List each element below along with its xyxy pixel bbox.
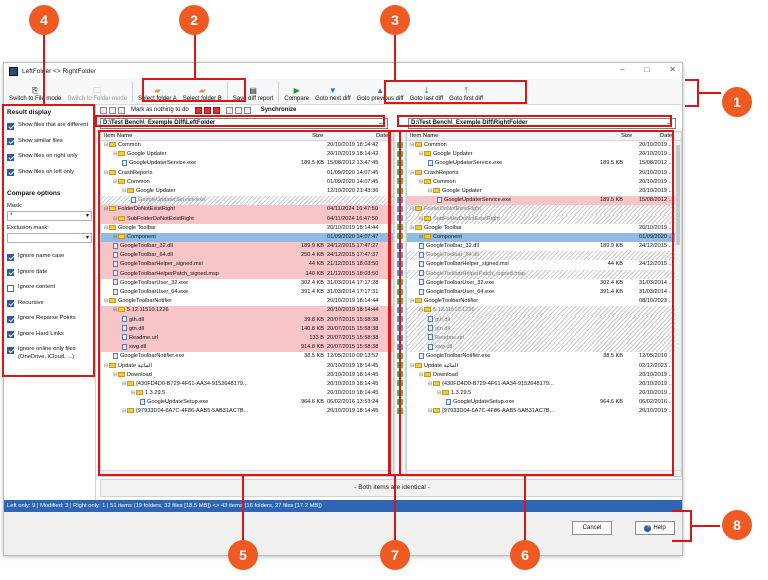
action-icon[interactable] — [194, 106, 202, 114]
callout-6: 6 — [510, 540, 540, 570]
title-bar: LeftFolder <> RightFolder – □ ✕ — [4, 63, 682, 79]
callout-outline-right-tree — [399, 130, 674, 476]
callout-outline-navigation — [384, 80, 527, 104]
callout-outline-right-path — [397, 115, 672, 127]
status-bar: Left only: 9 | Modified: 3 | Right only:… — [4, 500, 682, 512]
window-title: LeftFolder <> RightFolder — [22, 67, 97, 75]
callout-line — [194, 34, 196, 78]
callout-line — [394, 476, 396, 540]
copy-icon[interactable] — [234, 106, 242, 114]
callout-line — [43, 34, 45, 104]
maximize-icon[interactable]: □ — [644, 65, 649, 74]
callout-line — [699, 92, 721, 94]
help-icon: ? — [644, 525, 652, 532]
synchronize-button[interactable]: Synchronize — [261, 107, 297, 113]
copy-icon[interactable] — [243, 106, 251, 114]
callout-outline-buttons — [672, 510, 692, 542]
minimize-icon[interactable]: – — [620, 65, 624, 74]
goto-next-diff-button[interactable]: ▼ Goto next diff — [312, 86, 354, 104]
close-icon[interactable]: ✕ — [669, 65, 676, 74]
callout-outline-markers — [389, 130, 401, 476]
arrow-down-icon: ▼ — [328, 86, 337, 95]
switch-folder-mode-button[interactable]: 🗀 Switch to Folder mode — [64, 86, 130, 104]
callout-outline-left-tree — [98, 130, 390, 476]
callout-line — [524, 476, 526, 540]
callout-3: 3 — [380, 5, 410, 35]
callout-4: 4 — [29, 5, 59, 35]
cancel-button[interactable]: Cancel — [572, 521, 612, 535]
bottom-button-bar: Cancel ? Help — [4, 512, 682, 555]
view-icon[interactable] — [100, 106, 107, 114]
callout-7: 7 — [380, 540, 410, 570]
arrow-up-icon: ▲ — [376, 86, 385, 95]
callout-2: 2 — [179, 5, 209, 35]
switch-file-mode-button[interactable]: ⎘ Switch to File mode — [6, 86, 64, 104]
compare-button[interactable]: ▶ Compare — [281, 86, 312, 104]
play-icon: ▶ — [293, 86, 300, 95]
save-icon: ▤ — [249, 86, 257, 95]
callout-outline-options — [2, 104, 95, 377]
callout-8: 8 — [722, 510, 752, 540]
app-icon — [9, 66, 18, 76]
copy-icon[interactable] — [225, 106, 233, 114]
callout-5: 5 — [228, 540, 258, 570]
callout-line — [692, 525, 720, 527]
folder-mode-icon: 🗀 — [93, 86, 102, 95]
secondary-toolbar: Mark as nothing to do Synchronize — [96, 105, 682, 115]
help-button[interactable]: ? Help — [635, 521, 675, 535]
callout-1: 1 — [722, 87, 752, 117]
callout-line — [242, 476, 244, 540]
ribbon-toolbar: ⎘ Switch to File mode 🗀 Switch to Folder m… — [4, 79, 682, 105]
callout-outline-left-path — [95, 115, 385, 127]
callout-outline-select — [142, 78, 246, 102]
vertical-scrollbar[interactable] — [675, 141, 681, 470]
action-icon[interactable] — [203, 106, 211, 114]
mark-nothing-to-do-button[interactable]: Mark as nothing to do — [131, 107, 189, 113]
callout-outline-ribbon — [685, 79, 699, 107]
view-icon[interactable] — [109, 106, 116, 114]
file-mode-icon: ⎘ — [31, 86, 39, 95]
action-icon[interactable] — [212, 106, 220, 114]
identical-message: - Both items are identical - — [100, 479, 682, 497]
view-icon[interactable] — [118, 106, 125, 114]
callout-line — [394, 34, 396, 80]
